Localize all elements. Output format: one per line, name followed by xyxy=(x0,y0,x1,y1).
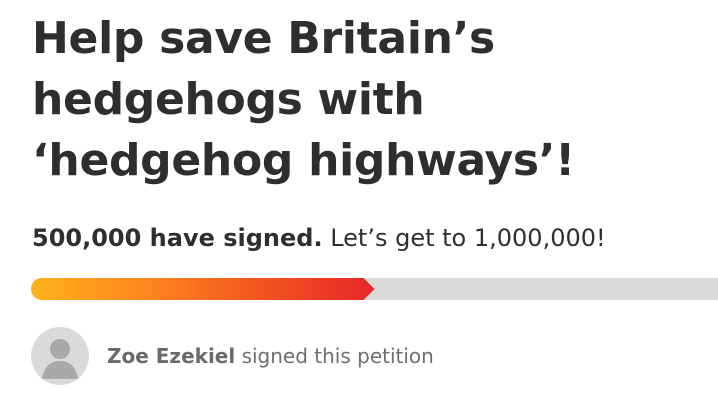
recent-signer: Zoe Ezekiel signed this petition xyxy=(31,326,434,386)
signature-progress-fill xyxy=(31,278,375,300)
recent-signer-message: Zoe Ezekiel signed this petition xyxy=(107,341,434,371)
signer-action: signed this petition xyxy=(241,344,434,368)
signed-count: 500,000 have signed. xyxy=(32,224,323,252)
signature-goal: Let’s get to 1,000,000! xyxy=(330,224,606,252)
signature-progress-text: 500,000 have signed. Let’s get to 1,000,… xyxy=(32,220,606,256)
signer-name: Zoe Ezekiel xyxy=(107,344,236,368)
signature-progress-bar xyxy=(31,278,718,300)
user-silhouette-icon xyxy=(31,327,89,385)
petition-title: Help save Britain’s hedgehogs with ‘hedg… xyxy=(32,13,575,186)
